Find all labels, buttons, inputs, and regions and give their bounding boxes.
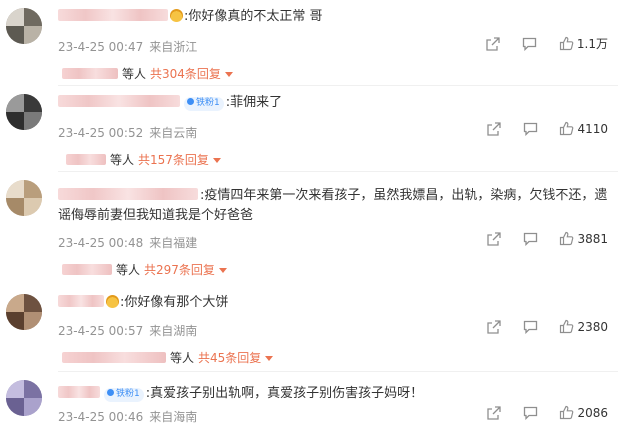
comment-text: :菲佣来了 bbox=[225, 95, 283, 110]
comment-location: 来自湖南 bbox=[149, 324, 198, 338]
like-button[interactable]: 4110 bbox=[559, 121, 608, 136]
like-button[interactable]: 2380 bbox=[559, 319, 608, 334]
thumbs-up-icon bbox=[560, 231, 574, 246]
comment-icon[interactable] bbox=[523, 231, 538, 246]
comment-actions: 4110 bbox=[469, 121, 608, 136]
comment-meta: 23-4-25 00:57 来自湖南 bbox=[58, 322, 203, 339]
comment-date: 23-4-25 00:47 bbox=[58, 40, 144, 54]
chevron-down-icon bbox=[212, 158, 221, 163]
share-icon[interactable] bbox=[486, 36, 500, 51]
avatar[interactable] bbox=[6, 8, 42, 44]
crown-icon bbox=[106, 295, 119, 308]
replies-summary[interactable]: 等人 共297条回复 bbox=[62, 261, 227, 278]
like-count: 2380 bbox=[577, 319, 608, 334]
like-count: 4110 bbox=[577, 121, 608, 136]
like-count: 3881 bbox=[577, 231, 608, 246]
comment-actions: 1.1万 bbox=[468, 35, 608, 52]
comment-location: 来自福建 bbox=[149, 236, 198, 250]
comment-actions: 2380 bbox=[469, 319, 608, 334]
comment-item: 铁粉1:真爱孩子别出轨啊，真爱孩子别伤害孩子妈呀！ 23-4-25 00:46 来… bbox=[0, 372, 618, 432]
chevron-down-icon bbox=[224, 72, 233, 77]
avatar[interactable] bbox=[6, 380, 42, 416]
like-count: 1.1万 bbox=[576, 37, 608, 51]
comment-text: :你好像真的不太正常 哥 bbox=[184, 9, 323, 24]
thumbs-up-icon bbox=[560, 319, 574, 334]
fan-badge: 铁粉1 bbox=[104, 388, 144, 402]
share-icon[interactable] bbox=[487, 405, 501, 420]
reply-count-link[interactable]: 共304条回复 bbox=[150, 67, 221, 81]
thumbs-up-icon bbox=[560, 121, 574, 136]
username-blurred[interactable] bbox=[58, 9, 168, 21]
chevron-down-icon bbox=[265, 356, 274, 361]
username-blurred[interactable] bbox=[58, 188, 198, 200]
thumbs-up-icon bbox=[560, 405, 574, 420]
comment-actions: 2086 bbox=[469, 405, 608, 420]
comment-item: :疫情四年来第一次来看孩子，虽然我嫖昌，出轨，染病，欠钱不还，遗 谣侮辱前妻但我… bbox=[0, 172, 618, 277]
comment-meta: 23-4-25 00:47 来自浙江 bbox=[58, 38, 203, 55]
avatar[interactable] bbox=[6, 294, 42, 330]
comment-item: 铁粉1:菲佣来了 23-4-25 00:52 来自云南 4110 等人 共157条回… bbox=[0, 86, 618, 172]
comment-item: :你好像有那个大饼 23-4-25 00:57 来自湖南 2380 等人 共45条回… bbox=[0, 286, 618, 372]
comment-text-line: :你好像有那个大饼 bbox=[58, 293, 606, 313]
reply-people: 等人 bbox=[116, 263, 141, 277]
comment-date: 23-4-25 00:46 bbox=[58, 410, 144, 424]
comment-date: 23-4-25 00:57 bbox=[58, 324, 144, 338]
share-icon[interactable] bbox=[487, 319, 501, 334]
comment-text: :你好像有那个大饼 bbox=[120, 295, 229, 310]
replies-summary[interactable]: 等人 共304条回复 bbox=[62, 65, 233, 82]
comment-actions: 3881 bbox=[469, 231, 608, 246]
comment-icon[interactable] bbox=[523, 319, 538, 334]
reply-users-blurred bbox=[66, 154, 106, 165]
fan-badge: 铁粉1 bbox=[184, 97, 224, 111]
like-count: 2086 bbox=[577, 405, 608, 420]
like-button[interactable]: 2086 bbox=[559, 405, 608, 420]
comment-text-line: :疫情四年来第一次来看孩子，虽然我嫖昌，出轨，染病，欠钱不还，遗 谣侮辱前妻但我… bbox=[58, 186, 608, 226]
comment-location: 来自云南 bbox=[149, 126, 198, 140]
reply-users-blurred bbox=[62, 352, 166, 363]
fan-icon bbox=[187, 98, 194, 105]
reply-users-blurred bbox=[62, 68, 118, 79]
username-blurred[interactable] bbox=[58, 295, 104, 307]
reply-count-link[interactable]: 共45条回复 bbox=[198, 351, 261, 365]
username-blurred[interactable] bbox=[58, 386, 100, 398]
comment-icon[interactable] bbox=[523, 405, 538, 420]
comment-location: 来自浙江 bbox=[149, 40, 198, 54]
crown-icon bbox=[170, 9, 183, 22]
comment-meta: 23-4-25 00:52 来自云南 bbox=[58, 124, 203, 141]
like-button[interactable]: 1.1万 bbox=[559, 35, 608, 52]
comment-text: :真爱孩子别出轨啊，真爱孩子别伤害孩子妈呀！ bbox=[145, 386, 424, 401]
comment-meta: 23-4-25 00:48 来自福建 bbox=[58, 234, 203, 251]
comment-date: 23-4-25 00:48 bbox=[58, 236, 144, 250]
username-blurred[interactable] bbox=[58, 95, 180, 107]
reply-count-link[interactable]: 共157条回复 bbox=[138, 153, 209, 167]
reply-people: 等人 bbox=[170, 351, 195, 365]
reply-people: 等人 bbox=[122, 67, 147, 81]
comment-icon[interactable] bbox=[523, 121, 538, 136]
comment-meta: 23-4-25 00:46 来自海南 bbox=[58, 408, 203, 425]
comment-location: 来自海南 bbox=[149, 410, 198, 424]
comment-date: 23-4-25 00:52 bbox=[58, 126, 144, 140]
thumbs-up-icon bbox=[559, 36, 574, 51]
avatar[interactable] bbox=[6, 180, 42, 216]
avatar[interactable] bbox=[6, 94, 42, 130]
fan-icon bbox=[107, 389, 114, 396]
replies-summary[interactable]: 等人 共45条回复 bbox=[62, 349, 274, 366]
replies-summary[interactable]: 等人 共157条回复 bbox=[66, 151, 221, 168]
like-button[interactable]: 3881 bbox=[559, 231, 608, 246]
reply-people: 等人 bbox=[110, 153, 135, 167]
comment-text-line: 铁粉1:菲佣来了 bbox=[58, 93, 606, 113]
comment-text-line: :你好像真的不太正常 哥 bbox=[58, 7, 606, 27]
comment-text: :疫情四年来第一次来看孩子，虽然我嫖昌，出轨，染病，欠钱不还，遗 bbox=[200, 188, 608, 203]
comment-text-line: 铁粉1:真爱孩子别出轨啊，真爱孩子别伤害孩子妈呀！ bbox=[58, 384, 606, 404]
chevron-down-icon bbox=[218, 268, 227, 273]
reply-users-blurred bbox=[62, 264, 112, 275]
comment-text-continued: 谣侮辱前妻但我知道我是个好爸爸 bbox=[58, 208, 254, 223]
share-icon[interactable] bbox=[487, 231, 501, 246]
comment-icon[interactable] bbox=[522, 36, 537, 51]
comment-item: :你好像真的不太正常 哥 23-4-25 00:47 来自浙江 1.1万 等人 共3… bbox=[0, 0, 618, 86]
share-icon[interactable] bbox=[487, 121, 501, 136]
reply-count-link[interactable]: 共297条回复 bbox=[144, 263, 215, 277]
